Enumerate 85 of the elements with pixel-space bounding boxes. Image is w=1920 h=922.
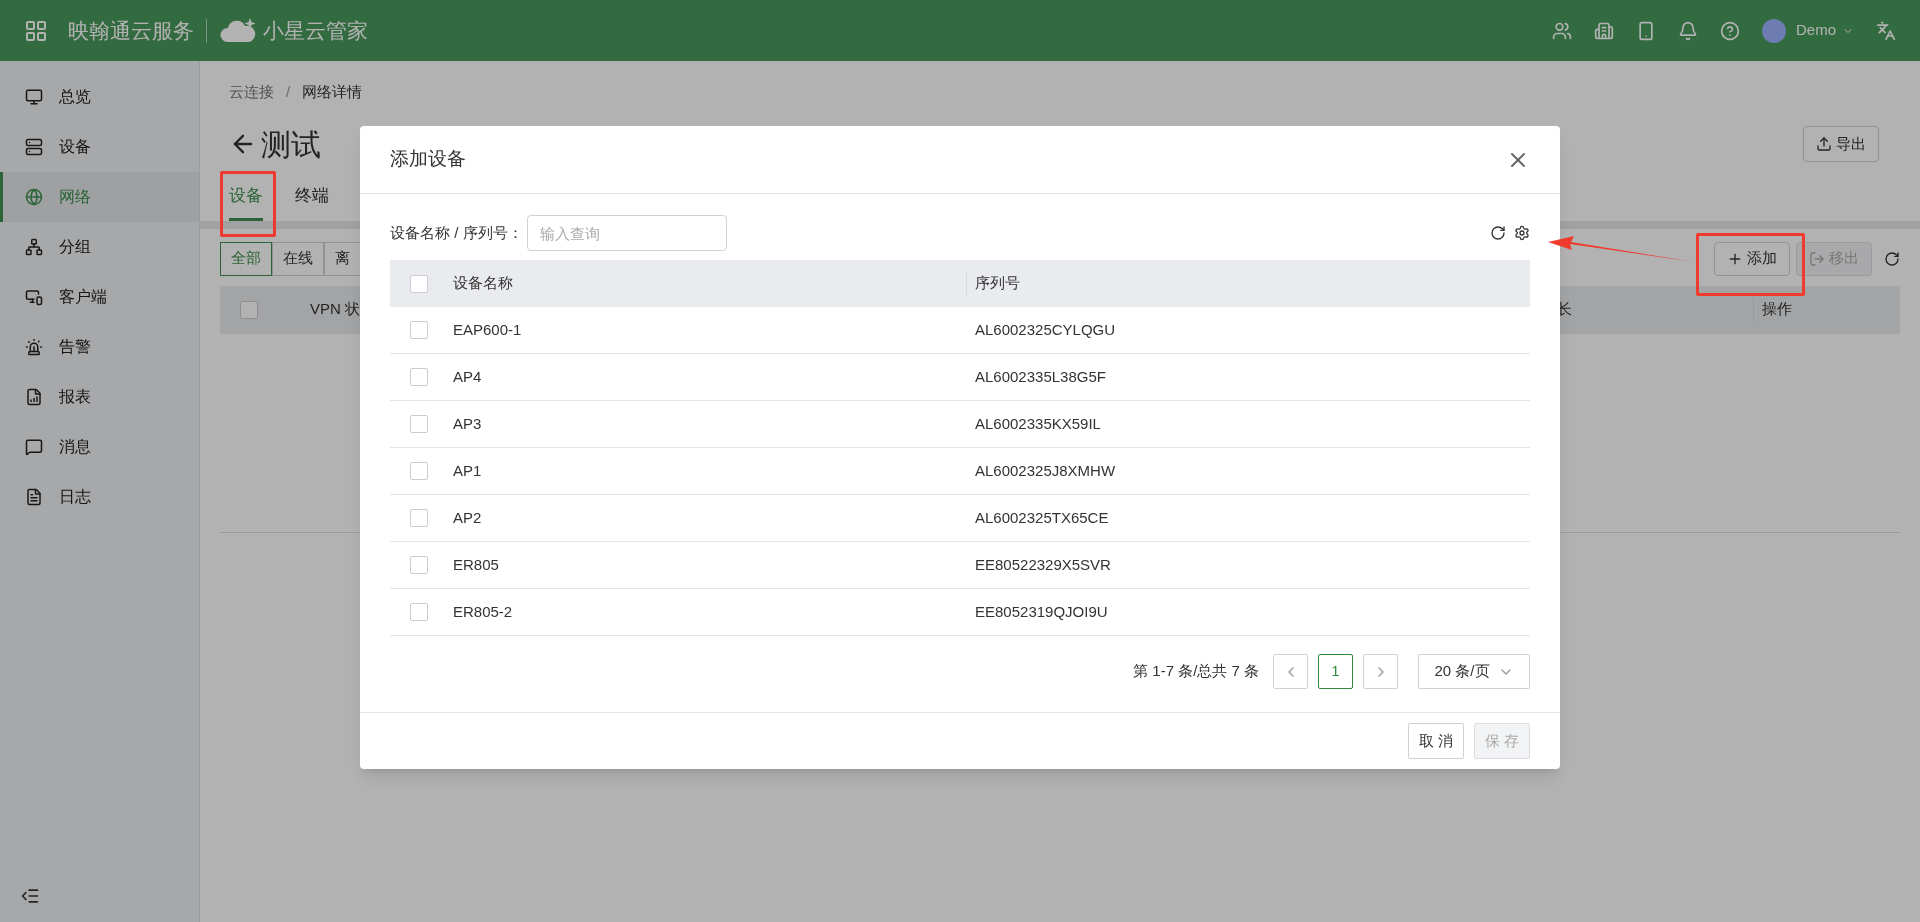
language-icon[interactable] [1876, 20, 1896, 41]
page-button[interactable]: 1 [1318, 654, 1353, 689]
checkbox[interactable] [410, 509, 428, 527]
sidebar-item[interactable]: 设备 [0, 122, 199, 172]
phone-icon[interactable] [1636, 20, 1656, 41]
modal-title: 添加设备 [390, 147, 466, 172]
column-header: VPN 状 [310, 299, 360, 320]
user-group-icon[interactable] [1552, 20, 1572, 41]
refresh-icon[interactable] [1884, 250, 1900, 267]
filter-button[interactable]: 在线 [272, 241, 324, 276]
sidebar-item[interactable]: 告警 [0, 322, 199, 372]
search-label: 设备名称 / 序列号： [390, 222, 523, 243]
checkbox[interactable] [410, 415, 428, 433]
cancel-button[interactable]: 取 消 [1407, 723, 1464, 759]
table-cell-text: AP1 [453, 460, 483, 481]
product-name: 小星云管家 [263, 17, 368, 44]
building-icon[interactable] [1594, 20, 1614, 41]
help-icon[interactable] [1720, 20, 1740, 41]
checkbox[interactable] [410, 603, 428, 621]
column-header: 长 [1557, 299, 1572, 320]
page-title: 测试 [261, 126, 321, 163]
table-cell-text: AP4 [453, 366, 483, 387]
table-row[interactable]: AP4 AL6002335L38G5F [390, 354, 1530, 401]
pagination-summary: 第 1-7 条/总共 7 条 [1133, 661, 1259, 682]
table-row[interactable]: EAP600-1 AL6002325CYLQGU [390, 307, 1530, 354]
avatar-icon [1762, 18, 1786, 43]
devices-icon [25, 288, 43, 306]
checkbox[interactable] [410, 274, 428, 293]
table-cell-text: AP2 [453, 507, 483, 528]
table-cell-text: AL6002335KX59IL [975, 413, 1101, 434]
table-cell-text: AL6002335L38G5F [975, 366, 1106, 387]
search-field[interactable]: 输入查询 [526, 215, 727, 251]
sidebar-item[interactable]: 客户端 [0, 272, 199, 322]
sidebar-item[interactable]: 日志 [0, 472, 199, 522]
checkbox[interactable] [410, 321, 428, 339]
monitor-icon [25, 88, 43, 106]
chart-document-icon [25, 388, 43, 406]
upload-icon [1816, 136, 1832, 152]
page-size-select[interactable]: 20 条/页 [1418, 654, 1530, 689]
export-button[interactable]: 导出 [1803, 126, 1879, 162]
sidebar-item[interactable]: 总览 [0, 72, 199, 122]
chat-icon [25, 438, 43, 456]
highlight-frame [220, 171, 276, 237]
table-cell-text: AL6002325J8XMHW [975, 460, 1116, 481]
checkbox[interactable] [240, 300, 258, 319]
sidebar-item[interactable]: 报表 [0, 372, 199, 422]
table-row[interactable]: AP3 AL6002335KX59IL [390, 401, 1530, 448]
globe-icon [25, 188, 43, 206]
table-cell-text: ER805 [453, 554, 500, 575]
table-row[interactable]: ER805 EE80522329X5SVR [390, 542, 1530, 589]
add-button[interactable]: 添加 [1714, 241, 1790, 276]
column-header: 操作 [1753, 298, 1880, 321]
table-row[interactable]: AP1 AL6002325J8XMHW [390, 448, 1530, 495]
column-header: 设备名称 [453, 273, 514, 294]
brand-name: 映翰通云服务 [68, 17, 194, 44]
notification-icon[interactable] [1678, 20, 1698, 41]
sidebar-item[interactable]: 分组 [0, 222, 199, 272]
breadcrumb-current: 网络详情 [302, 82, 363, 102]
table-cell-text: AL6002325CYLQGU [975, 319, 1116, 340]
table-cell-text: AP3 [453, 413, 483, 434]
table-cell-text: AL6002325TX65CE [975, 507, 1109, 528]
sidebar-item[interactable]: 消息 [0, 422, 199, 472]
breadcrumb-link[interactable]: 云连接 [229, 81, 274, 104]
refresh-icon[interactable] [1490, 225, 1506, 241]
checkbox[interactable] [410, 368, 428, 386]
checkbox[interactable] [410, 556, 428, 574]
table-cell-text: EAP600-1 [453, 319, 523, 340]
table-cell-text: EE80522329X5SVR [975, 554, 1111, 575]
apps-icon[interactable] [24, 18, 48, 43]
table-cell-text: EE8052319QJOI9U [975, 601, 1108, 622]
server-icon [25, 138, 43, 156]
exit-icon [1809, 250, 1825, 267]
table-row[interactable]: AP2 AL6002325TX65CE [390, 495, 1530, 542]
hierarchy-icon [25, 238, 43, 256]
document-icon [25, 488, 43, 506]
table-cell-text: ER805-2 [453, 601, 514, 622]
checkbox[interactable] [410, 462, 428, 480]
tab[interactable]: 终端 [295, 174, 329, 221]
column-header: 序列号 [966, 272, 1020, 295]
table-row[interactable]: ER805-2 EE8052319QJOI9U [390, 589, 1530, 636]
filter-button[interactable]: 全部 [220, 241, 272, 276]
settings-icon[interactable] [1514, 225, 1530, 241]
collapse-icon[interactable] [20, 886, 40, 906]
siren-icon [25, 338, 43, 356]
breadcrumb-separator: / [286, 82, 291, 102]
